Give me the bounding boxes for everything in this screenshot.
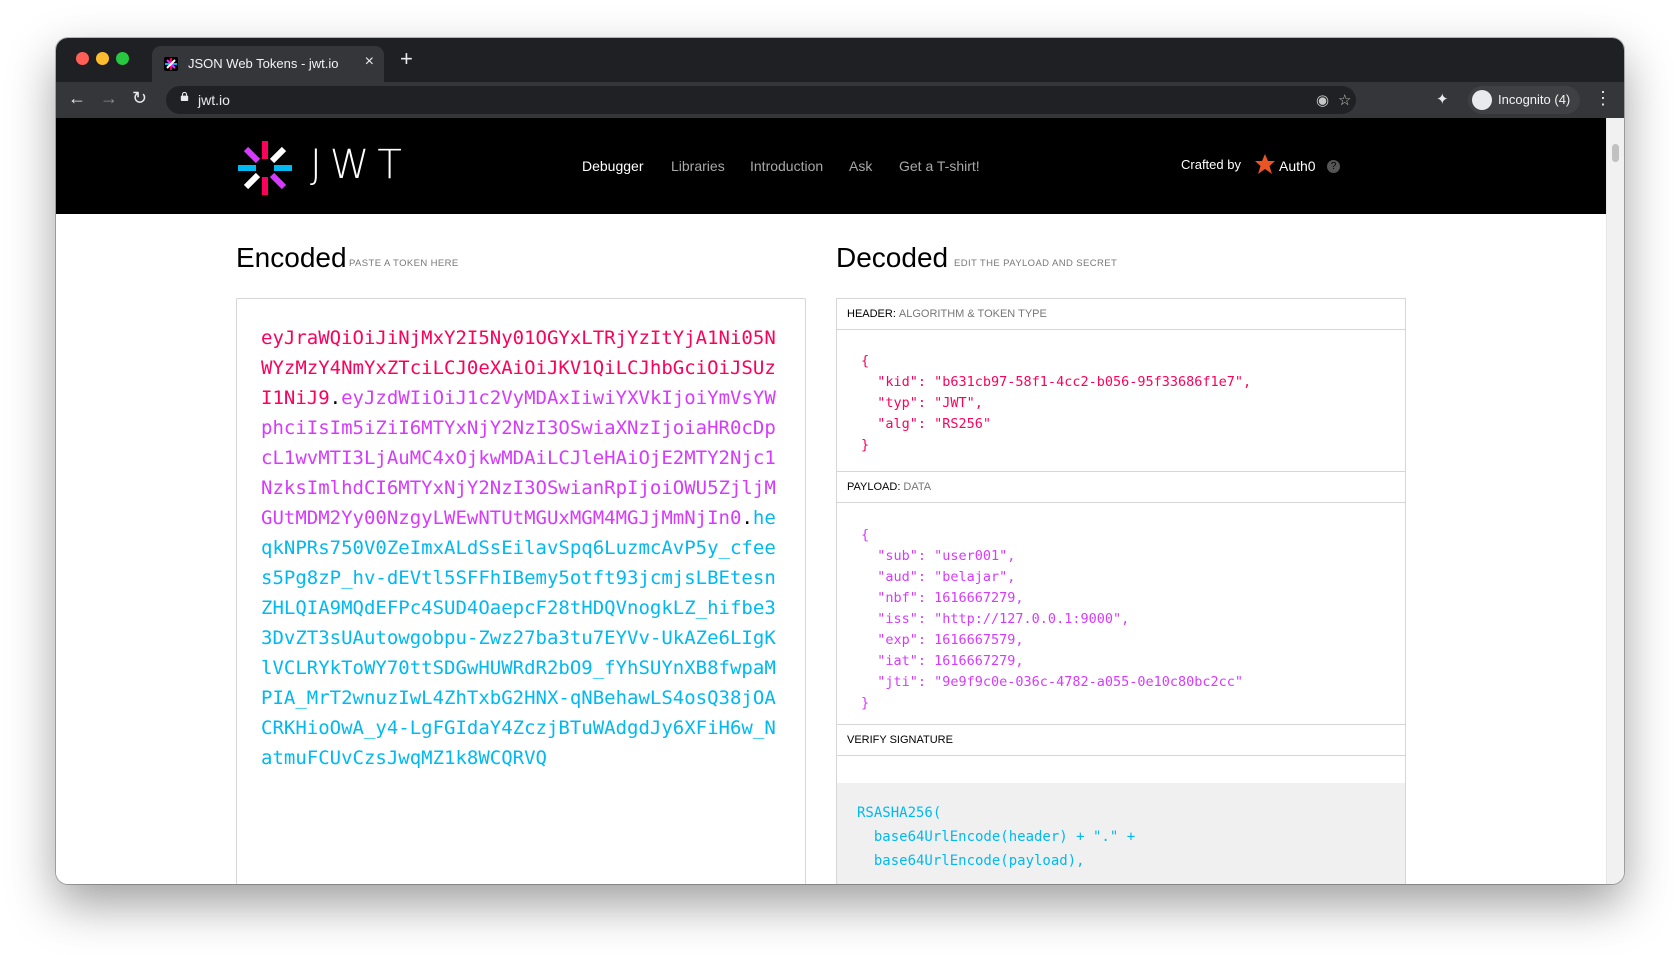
minimize-window-button[interactable] <box>96 52 109 65</box>
encoded-heading: Encoded <box>236 242 347 273</box>
bookmark-star-icon[interactable]: ☆ <box>1338 91 1351 109</box>
encoded-token-editor[interactable]: eyJraWQiOiJiNjMxY2I5Ny01OGYxLTRjYzItYjA1… <box>236 298 806 884</box>
header-description: ALGORITHM & TOKEN TYPE <box>898 308 1047 320</box>
nav-get-a-tshirt[interactable]: Get a T-shirt! <box>899 158 980 174</box>
auth0-link[interactable]: Auth0 <box>1279 158 1316 174</box>
page-content: JWT Debugger Libraries Introduction Ask … <box>56 118 1606 884</box>
nav-ask[interactable]: Ask <box>849 158 872 174</box>
help-icon[interactable]: ? <box>1327 160 1340 173</box>
token-signature-segment: heqkNPRs750V0ZeImxALdSsEilavSpq6LuzmcAvP… <box>261 507 776 769</box>
incognito-icon <box>1472 90 1492 110</box>
tab-strip: JSON Web Tokens - jwt.io × + <box>56 38 1624 82</box>
nav-introduction[interactable]: Introduction <box>750 158 823 174</box>
jwt-logo-text[interactable]: JWT <box>310 142 410 188</box>
verify-code-line: RSASHA256( <box>857 805 942 821</box>
tab-title: JSON Web Tokens - jwt.io <box>188 56 339 71</box>
jwt-favicon-icon <box>164 57 178 71</box>
verify-section-title: VERIFY SIGNATURE <box>837 725 1405 756</box>
nav-libraries[interactable]: Libraries <box>671 158 725 174</box>
browser-toolbar: ← → ↻ jwt.io ◉ ☆ ✦ Incognito (4) ⋮ <box>56 82 1624 118</box>
zoom-window-button[interactable] <box>116 52 129 65</box>
tab-close-icon[interactable]: × <box>365 53 374 71</box>
page-scrollbar[interactable] <box>1606 118 1624 884</box>
nav-debugger[interactable]: Debugger <box>582 158 644 174</box>
encoded-subtitle: PASTE A TOKEN HERE <box>349 258 459 269</box>
payload-section-title: PAYLOAD: DATA <box>837 472 1405 503</box>
more-menu-icon[interactable]: ⋮ <box>1594 88 1612 109</box>
token-separator: . <box>329 387 342 409</box>
forward-arrow-icon[interactable]: → <box>100 88 118 109</box>
close-window-button[interactable] <box>76 52 89 65</box>
decoded-panel: HEADER: ALGORITHM & TOKEN TYPE { "kid": "… <box>836 298 1406 884</box>
header-json-editor[interactable]: { "kid": "b631cb97-58f1-4cc2-b056-95f336… <box>861 351 1251 456</box>
verify-code-line: base64UrlEncode(header) + "." + <box>857 829 1136 845</box>
token-separator: . <box>741 507 753 529</box>
crafted-by-label: Crafted by <box>1181 157 1241 172</box>
decoded-heading: Decoded <box>836 242 949 273</box>
eye-slash-icon[interactable]: ◉ <box>1316 91 1329 109</box>
verify-code-line: base64UrlEncode(payload), <box>857 853 1085 869</box>
encoded-token-text[interactable]: eyJraWQiOiJiNjMxY2I5Ny01OGYxLTRjYzItYjA1… <box>261 323 781 773</box>
scrollbar-thumb[interactable] <box>1612 144 1619 162</box>
payload-description: DATA <box>903 481 932 493</box>
extensions-puzzle-icon[interactable]: ✦ <box>1436 90 1449 108</box>
site-header: JWT Debugger Libraries Introduction Ask … <box>56 118 1606 214</box>
decoded-subtitle: EDIT THE PAYLOAD AND SECRET <box>954 258 1118 269</box>
verify-signature-box: RSASHA256( base64UrlEncode(header) + "."… <box>837 783 1405 884</box>
incognito-label: Incognito (4) <box>1498 92 1571 107</box>
browser-window: JSON Web Tokens - jwt.io × + ← → ↻ jwt.i… <box>56 38 1624 884</box>
jwt-logo-icon[interactable] <box>236 139 294 197</box>
address-bar[interactable]: jwt.io ◉ ☆ <box>166 86 1356 114</box>
new-tab-button[interactable]: + <box>400 48 413 70</box>
back-arrow-icon[interactable]: ← <box>68 88 86 109</box>
auth0-star-icon[interactable] <box>1255 154 1275 176</box>
verify-label: VERIFY SIGNATURE <box>847 734 953 746</box>
incognito-profile-button[interactable]: Incognito (4) <box>1468 86 1580 114</box>
header-section-title: HEADER: ALGORITHM & TOKEN TYPE <box>837 299 1405 330</box>
header-label: HEADER: <box>847 308 896 320</box>
browser-tab[interactable]: JSON Web Tokens - jwt.io × <box>152 46 384 82</box>
payload-label: PAYLOAD: <box>847 481 901 493</box>
lock-icon <box>180 92 189 101</box>
payload-json-editor[interactable]: { "sub": "user001", "aud": "belajar", "n… <box>861 525 1243 714</box>
reload-icon[interactable]: ↻ <box>132 88 147 109</box>
url-text: jwt.io <box>198 92 230 108</box>
